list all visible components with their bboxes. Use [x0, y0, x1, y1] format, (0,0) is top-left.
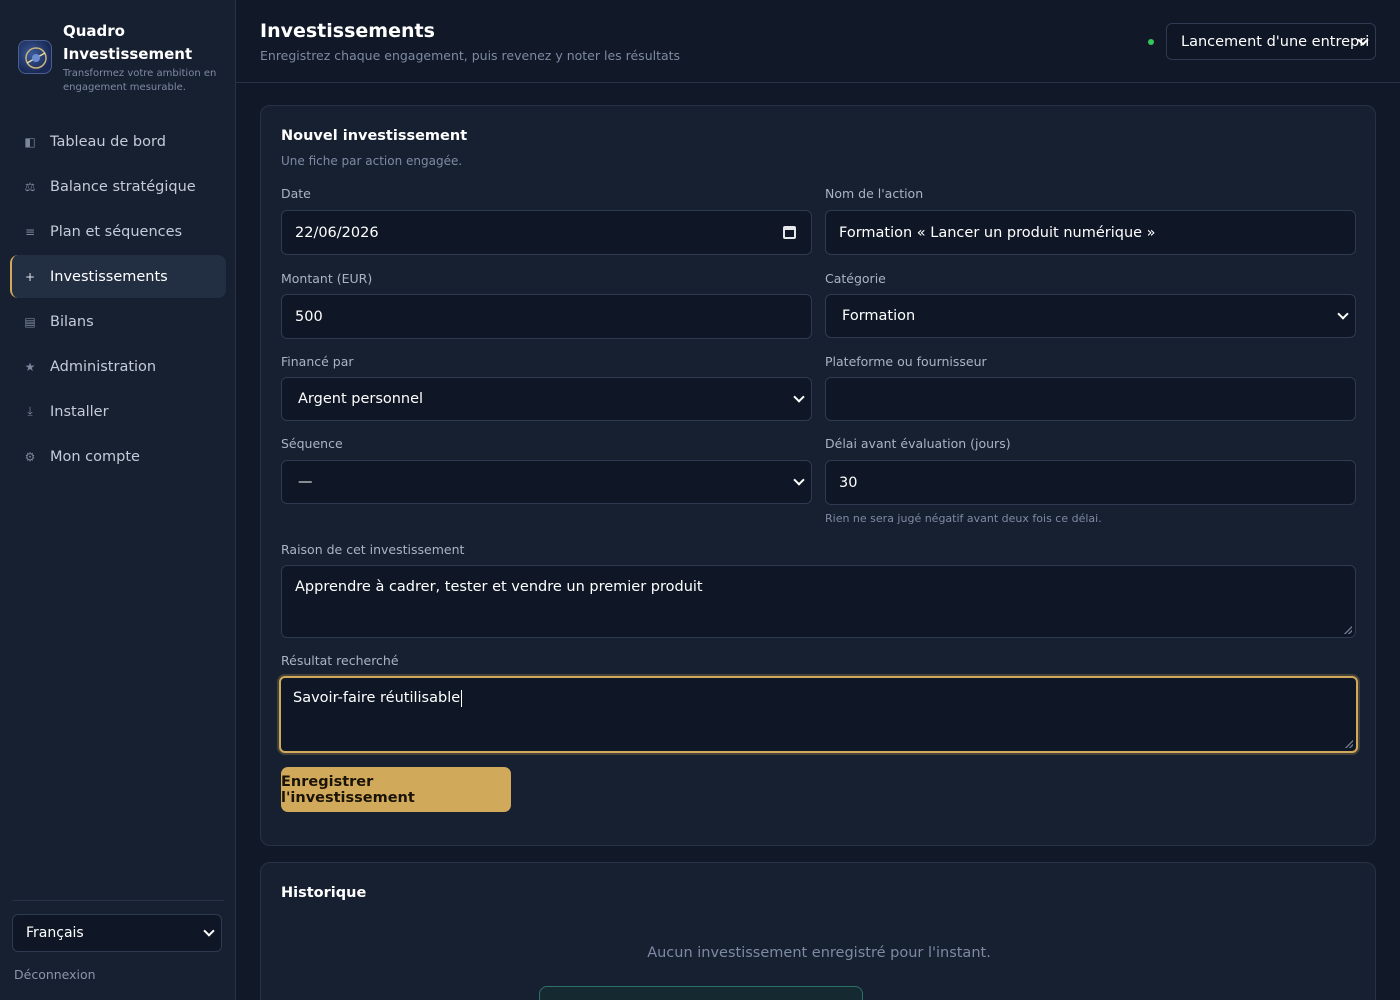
funded-by-value: Argent personnel — [298, 391, 424, 407]
language-select[interactable]: Français — [12, 914, 222, 952]
evaluation-delay-field[interactable]: 30 — [825, 460, 1356, 505]
download-icon: ⤓ — [27, 404, 33, 418]
date-field-value: 22/06/2026 — [295, 224, 379, 241]
calendar-icon[interactable] — [783, 225, 796, 239]
resize-grip-icon[interactable] — [1344, 626, 1352, 634]
sidebar-item-label: Installer — [50, 403, 109, 420]
gear-icon: ⚙ — [24, 449, 36, 464]
chevron-down-icon — [793, 391, 805, 403]
category-select[interactable]: Formation — [825, 294, 1356, 338]
result-value: Savoir-faire réutilisable — [293, 690, 461, 706]
project-select-value: Lancement d'une entrepri — [1181, 33, 1370, 50]
category-value: Formation — [842, 308, 916, 324]
list-icon: ≡ — [24, 224, 36, 239]
page-subtitle: Enregistrez chaque engagement, puis reve… — [260, 48, 681, 63]
sidebar-item-balance-strategique[interactable]: ⚖ Balance stratégique — [10, 165, 226, 208]
sidebar-item-label: Bilans — [50, 313, 94, 330]
platform-field[interactable] — [825, 377, 1356, 421]
category-label: Catégorie — [825, 271, 886, 286]
sidebar-nav: ◧ Tableau de bord ⚖ Balance stratégique … — [10, 120, 226, 480]
balance-icon: ⚖ — [24, 179, 36, 194]
save-investment-button[interactable]: Enregistrer l'investissement — [281, 767, 511, 812]
history-empty-message: Aucun investissement enregistré pour l'i… — [647, 945, 991, 961]
reason-textarea[interactable]: Apprendre à cadrer, tester et vendre un … — [281, 565, 1356, 638]
sequence-label: Séquence — [281, 436, 343, 451]
new-investment-form: Nouvel investissement Une fiche par acti… — [260, 105, 1376, 846]
sidebar-item-mon-compte[interactable]: ⚙ Mon compte — [10, 435, 226, 478]
action-name-label: Nom de l'action — [825, 186, 924, 201]
sidebar: Quadro Investissement Transformez votre … — [0, 0, 236, 1000]
action-name-field[interactable]: Formation « Lancer un produit numérique … — [825, 210, 1356, 255]
form-subtitle: Une fiche par action engagée. — [281, 154, 463, 168]
sequence-select[interactable]: — — [281, 460, 812, 504]
chevron-down-icon — [793, 474, 805, 486]
result-label: Résultat recherché — [281, 653, 399, 668]
sidebar-item-administration[interactable]: ★ Administration — [10, 345, 226, 388]
app-logo-icon — [18, 40, 52, 74]
result-textarea[interactable]: Savoir-faire réutilisable — [279, 676, 1358, 753]
reason-value: Apprendre à cadrer, tester et vendre un … — [295, 579, 703, 595]
status-dot-icon — [1148, 39, 1154, 45]
amount-field[interactable]: 500 — [281, 294, 812, 339]
sidebar-item-plan-et-sequences[interactable]: ≡ Plan et séquences — [10, 210, 226, 253]
star-icon: ★ — [24, 359, 36, 374]
evaluation-delay-value: 30 — [839, 474, 858, 491]
date-field[interactable]: 22/06/2026 — [281, 210, 812, 255]
amount-value: 500 — [295, 308, 323, 325]
form-title: Nouvel investissement — [281, 128, 468, 144]
app-name: Quadro Investissement — [63, 22, 193, 63]
sidebar-item-label: Plan et séquences — [50, 223, 183, 240]
reason-label: Raison de cet investissement — [281, 542, 465, 557]
sidebar-item-investissements[interactable]: + Investissements — [10, 255, 226, 298]
evaluation-delay-label: Délai avant évaluation (jours) — [825, 436, 1011, 451]
plus-icon: + — [24, 269, 36, 284]
report-icon: ▤ — [24, 314, 36, 329]
project-select[interactable]: Lancement d'une entrepri — [1166, 23, 1376, 60]
sidebar-item-tableau-de-bord[interactable]: ◧ Tableau de bord — [10, 120, 226, 163]
chevron-down-icon — [203, 925, 215, 937]
amount-label: Montant (EUR) — [281, 271, 373, 286]
sequence-value: — — [298, 474, 313, 490]
date-label: Date — [281, 186, 311, 201]
history-section: Historique Aucun investissement enregist… — [260, 862, 1376, 1000]
text-caret — [461, 690, 463, 707]
funded-by-select[interactable]: Argent personnel — [281, 377, 812, 421]
evaluation-delay-hint: Rien ne sera jugé négatif avant deux foi… — [825, 512, 1102, 525]
page-title: Investissements — [260, 20, 435, 42]
sidebar-item-label: Investissements — [50, 268, 168, 285]
sidebar-item-label: Tableau de bord — [50, 133, 166, 150]
platform-label: Plateforme ou fournisseur — [825, 354, 987, 369]
sidebar-footer: Français Déconnexion — [12, 900, 224, 982]
history-action-button[interactable] — [539, 986, 863, 1000]
sidebar-item-label: Balance stratégique — [50, 178, 196, 195]
page-header: Investissements Enregistrez chaque engag… — [236, 0, 1400, 83]
sidebar-item-bilans[interactable]: ▤ Bilans — [10, 300, 226, 343]
sidebar-item-installer[interactable]: ⤓ Installer — [10, 390, 226, 433]
funded-by-label: Financé par — [281, 354, 354, 369]
chevron-down-icon — [1337, 308, 1349, 320]
history-title: Historique — [281, 885, 367, 901]
resize-grip-icon[interactable] — [1345, 740, 1353, 748]
sidebar-item-label: Administration — [50, 358, 157, 375]
dashboard-icon: ◧ — [24, 134, 36, 149]
app-tagline: Transformez votre ambition en engagement… — [63, 68, 217, 93]
sidebar-item-label: Mon compte — [50, 448, 140, 465]
logout-link[interactable]: Déconnexion — [14, 967, 96, 982]
language-select-value: Français — [26, 925, 84, 941]
action-name-value: Formation « Lancer un produit numérique … — [839, 224, 1156, 241]
